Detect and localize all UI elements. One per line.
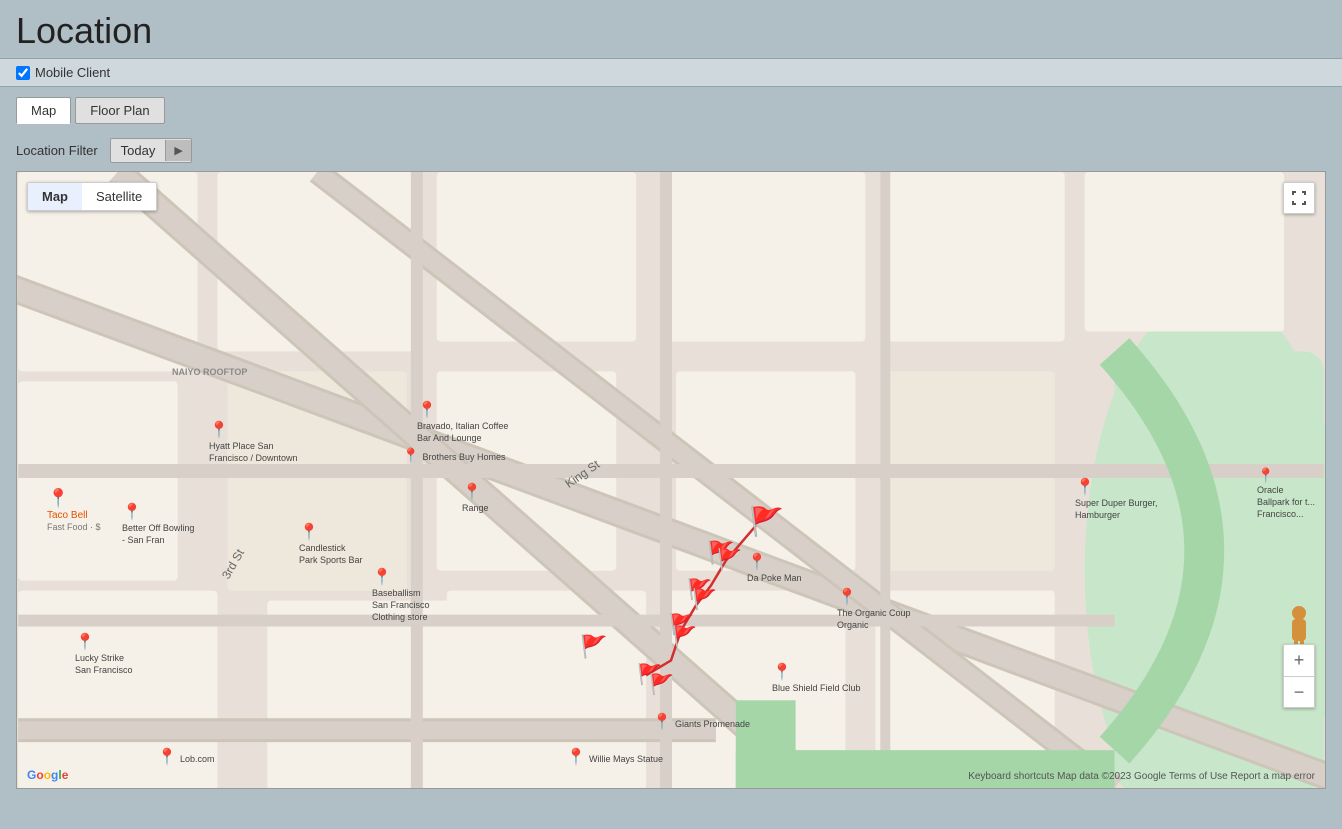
map-type-toggle[interactable]: Map Satellite	[27, 182, 157, 211]
flag-red-6: 🚩	[672, 624, 697, 649]
fullscreen-button[interactable]	[1283, 182, 1315, 214]
tab-floor-plan[interactable]: Floor Plan	[75, 97, 164, 124]
google-logo: Google	[27, 768, 68, 782]
filter-label: Location Filter	[16, 143, 98, 158]
zoom-controls: + −	[1283, 644, 1315, 708]
map-attribution: Keyboard shortcuts Map data ©2023 Google…	[968, 771, 1315, 782]
filter-select[interactable]: Today ▶	[110, 138, 192, 163]
mobile-client-checkbox[interactable]	[16, 66, 30, 80]
flag-red-7: 🚩	[580, 634, 607, 660]
flag-red-9: 🚩	[649, 672, 674, 697]
page-title: Location	[16, 10, 1326, 52]
tabs-bar: Map Floor Plan	[0, 87, 1342, 130]
filter-bar: Location Filter Today ▶	[0, 130, 1342, 171]
map-container[interactable]: Map Satellite 📍 Taco Bell Fast Food · $ …	[16, 171, 1326, 789]
filter-value: Today	[111, 139, 166, 162]
map-type-map-btn[interactable]: Map	[28, 183, 82, 210]
mobile-client-label: Mobile Client	[35, 65, 110, 80]
flag-green: 🚩	[749, 505, 784, 538]
map-type-satellite-btn[interactable]: Satellite	[82, 183, 156, 210]
flag-red-2: 🚩	[717, 547, 742, 572]
page-header: Location	[0, 0, 1342, 58]
zoom-in-button[interactable]: +	[1283, 644, 1315, 676]
mobile-client-checkbox-wrapper[interactable]: Mobile Client	[16, 65, 110, 80]
tab-map[interactable]: Map	[16, 97, 71, 124]
map-background: Map Satellite 📍 Taco Bell Fast Food · $ …	[17, 172, 1325, 788]
mobile-client-bar: Mobile Client	[0, 58, 1342, 87]
zoom-out-button[interactable]: −	[1283, 676, 1315, 708]
filter-arrow-icon[interactable]: ▶	[165, 140, 190, 161]
flag-red-4: 🚩	[692, 587, 717, 612]
pegman-button[interactable]	[1283, 608, 1315, 648]
